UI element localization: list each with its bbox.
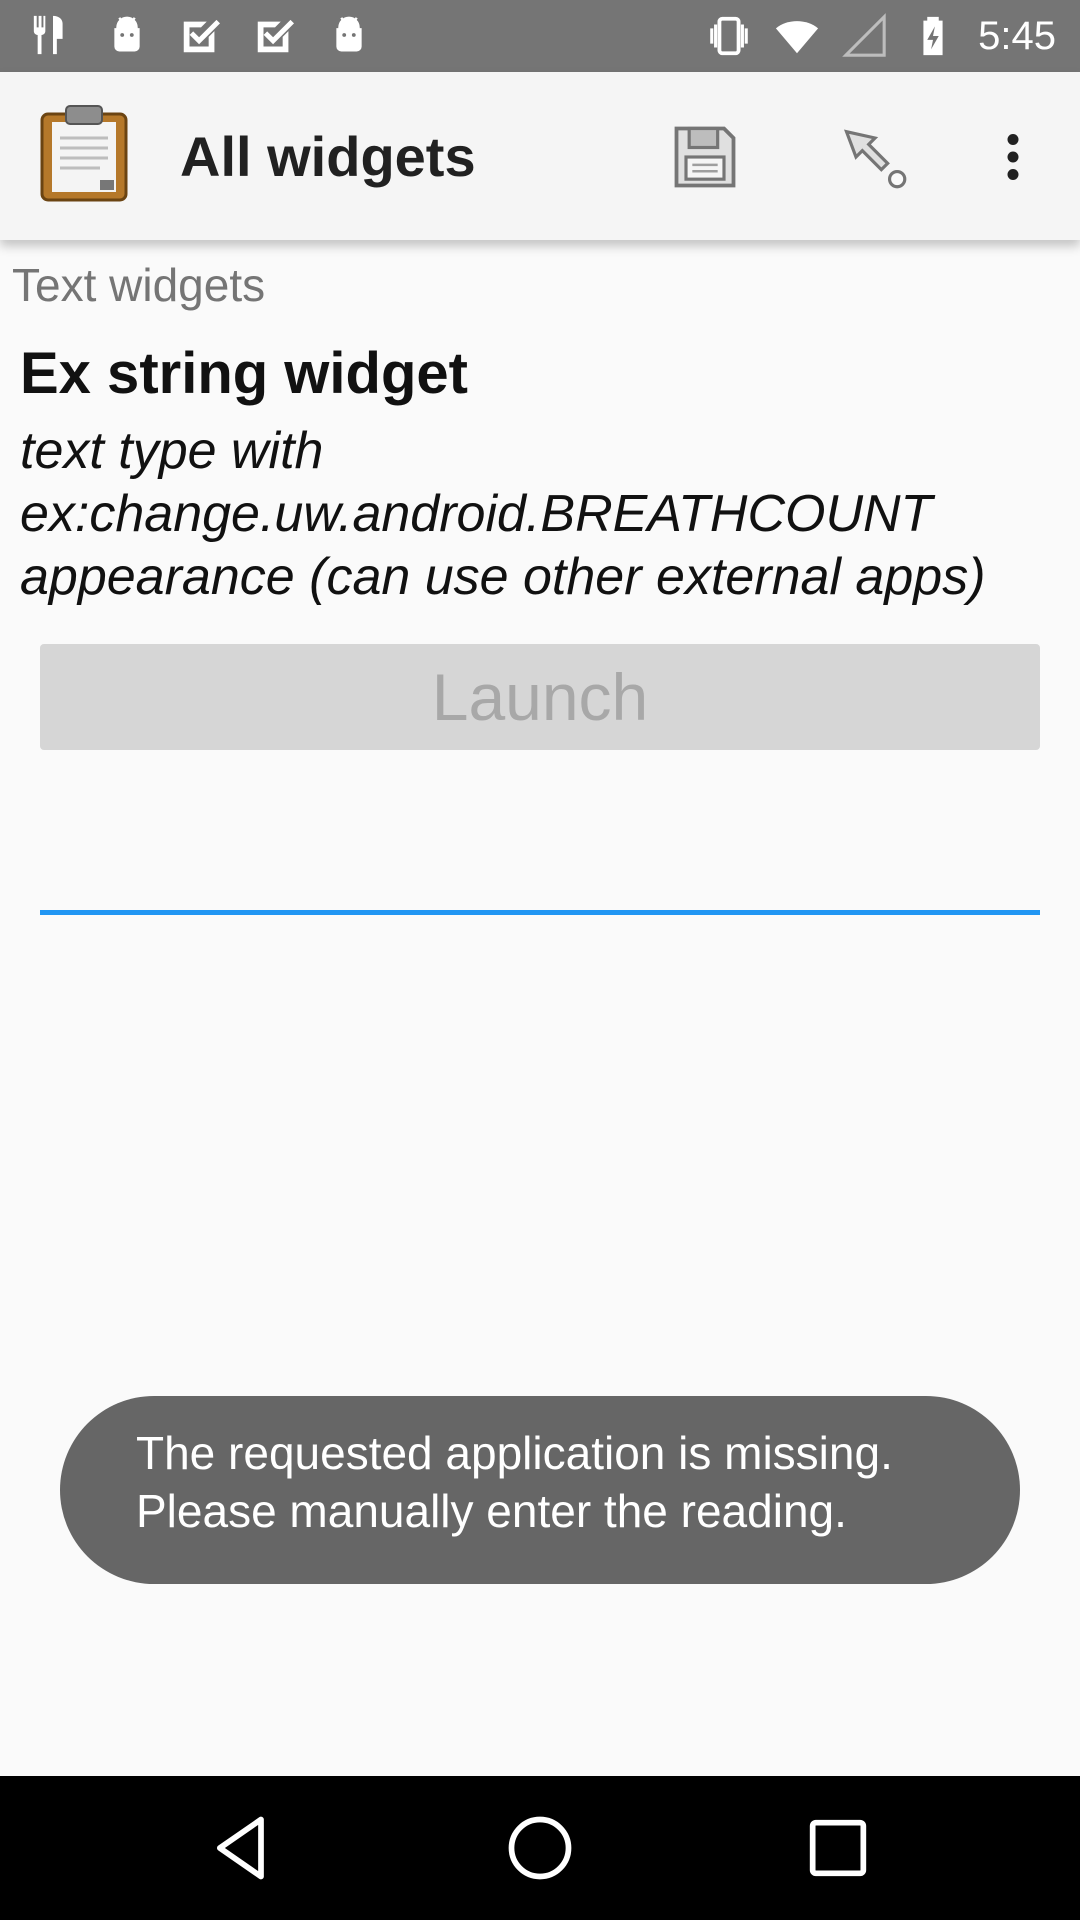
home-icon[interactable] xyxy=(502,1810,578,1886)
more-vert-icon xyxy=(1007,134,1019,180)
signal-icon xyxy=(842,13,886,57)
status-bar: 5:45 xyxy=(0,0,1080,72)
toast-line-1: The requested application is missing. xyxy=(136,1427,893,1479)
check-box-icon xyxy=(183,19,221,53)
goto-icon xyxy=(843,129,907,189)
toast-message: The requested application is missing. Pl… xyxy=(60,1396,1020,1584)
notification-icons xyxy=(30,12,372,58)
group-label: Text widgets xyxy=(12,259,266,311)
back-icon[interactable] xyxy=(204,1810,280,1886)
save-button[interactable] xyxy=(660,112,750,202)
clipboard-icon xyxy=(40,105,128,202)
page-title: All widgets xyxy=(180,125,476,188)
system-icons: 5:45 xyxy=(706,10,1056,62)
save-icon xyxy=(674,126,736,188)
battery-charging-icon xyxy=(923,16,943,56)
vibrate-icon xyxy=(710,16,748,56)
fork-knife-icon xyxy=(33,15,63,55)
recent-apps-icon[interactable] xyxy=(800,1810,876,1886)
wifi-icon xyxy=(776,21,819,54)
app-bar: All widgets xyxy=(0,72,1080,240)
toast-line-2: Please manually enter the reading. xyxy=(136,1485,847,1537)
android-icon xyxy=(114,16,140,52)
form-content: Text widgets Ex string widget text type … xyxy=(0,240,1080,1776)
clock-time: 5:45 xyxy=(978,14,1056,58)
question-hint: text type with ex:change.uw.android.BREA… xyxy=(20,422,986,606)
goto-button[interactable] xyxy=(830,112,920,202)
launch-button[interactable]: Launch xyxy=(40,644,1040,750)
answer-input[interactable] xyxy=(40,830,1040,915)
navigation-bar xyxy=(0,1776,1080,1920)
question-title: Ex string widget xyxy=(20,341,468,406)
check-box-icon xyxy=(257,19,295,53)
android-icon xyxy=(336,16,362,52)
overflow-menu-button[interactable] xyxy=(968,112,1058,202)
